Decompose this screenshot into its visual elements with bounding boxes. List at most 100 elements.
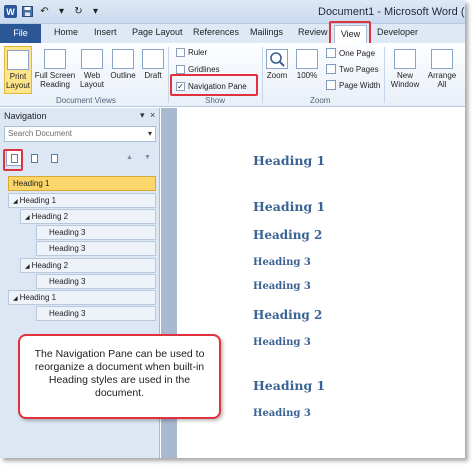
- collapse-triangle-icon[interactable]: ◢: [13, 199, 18, 205]
- navigation-pane-highlight: [170, 74, 258, 96]
- print-layout-icon: [7, 50, 29, 70]
- window-title: Document1 - Microsoft Word (Saf: [318, 6, 465, 18]
- outline-label: Outline: [110, 71, 136, 80]
- search-document-input[interactable]: Search Document ▾: [4, 126, 156, 142]
- tab-home[interactable]: Home: [54, 27, 78, 37]
- new-window-icon: [394, 49, 416, 69]
- print-layout-button[interactable]: Print Layout: [4, 46, 32, 94]
- gridlines-box: [176, 65, 185, 74]
- outline-button[interactable]: Outline: [108, 49, 138, 80]
- redo-icon[interactable]: ↻: [72, 5, 85, 18]
- one-page-label: One Page: [339, 48, 376, 58]
- collapse-triangle-icon[interactable]: ◢: [25, 215, 30, 221]
- tree-node-label: Heading 2: [31, 261, 69, 270]
- print-layout-label: Print Layout: [5, 72, 31, 90]
- web-layout-label: Web Layout: [79, 71, 105, 89]
- pane-options-dropdown-icon[interactable]: ▾: [140, 110, 145, 121]
- save-icon[interactable]: [21, 5, 34, 18]
- one-page-button[interactable]: One Page: [326, 48, 375, 58]
- previous-heading-arrow-icon[interactable]: ▲: [126, 154, 133, 161]
- tree-node-label: Heading 3: [49, 277, 86, 286]
- navigation-view-tabs: ▲ ▼: [4, 146, 156, 170]
- doc-heading-2: Heading 2: [253, 308, 323, 322]
- draft-button[interactable]: Draft: [140, 49, 166, 80]
- tree-node-heading3[interactable]: Heading 3: [36, 274, 156, 289]
- tree-node-label: Heading 3: [49, 228, 86, 237]
- zoom-label: Zoom: [266, 71, 288, 80]
- zoom-button[interactable]: Zoom: [264, 49, 290, 80]
- tree-node-heading1[interactable]: ◢ Heading 1: [8, 290, 156, 305]
- page-width-button[interactable]: Page Width: [326, 80, 380, 90]
- tree-node-heading1[interactable]: Heading 1: [8, 176, 156, 191]
- title-bar: W ↶ ▾ ↻ ▾ Document1 - Microsoft Word (Sa…: [0, 0, 465, 24]
- doc-heading-3: Heading 3: [253, 281, 311, 292]
- group-separator: [384, 47, 385, 103]
- zoom-100-button[interactable]: 100%: [294, 49, 320, 80]
- tree-node-heading3[interactable]: Heading 3: [36, 241, 156, 256]
- tab-insert[interactable]: Insert: [94, 27, 117, 37]
- tab-developer[interactable]: Developer: [377, 27, 418, 37]
- group-separator: [262, 47, 263, 103]
- browse-results-tab[interactable]: [46, 150, 62, 166]
- new-window-button[interactable]: New Window: [388, 49, 422, 89]
- arrange-all-label: Arrange All: [427, 71, 457, 89]
- next-heading-arrow-icon[interactable]: ▼: [144, 154, 151, 161]
- arrange-all-button[interactable]: Arrange All: [424, 49, 460, 89]
- tree-node-heading2[interactable]: ◢ Heading 2: [20, 258, 156, 273]
- tree-node-heading3[interactable]: Heading 3: [36, 306, 156, 321]
- doc-heading-2: Heading 2: [253, 228, 323, 242]
- tab-file[interactable]: File: [0, 24, 41, 43]
- callout-text: The Navigation Pane can be used to reorg…: [34, 348, 205, 399]
- tree-node-heading1[interactable]: ◢ Heading 1: [8, 193, 156, 208]
- web-layout-button[interactable]: Web Layout: [78, 49, 106, 89]
- customize-dropdown-icon[interactable]: ▾: [89, 5, 102, 18]
- draft-icon: [142, 49, 164, 69]
- tab-page-layout[interactable]: Page Layout: [132, 27, 183, 37]
- search-document-placeholder: Search Document: [8, 129, 73, 138]
- tree-node-label: Heading 1: [19, 196, 57, 205]
- tab-mailings[interactable]: Mailings: [250, 27, 283, 37]
- arrange-all-icon: [431, 49, 453, 69]
- ruler-box: [176, 48, 185, 57]
- dropdown-icon[interactable]: ▾: [55, 5, 68, 18]
- tree-node-label: Heading 2: [31, 212, 69, 221]
- collapse-triangle-icon[interactable]: ◢: [13, 296, 18, 302]
- doc-heading-1: Heading 1: [253, 199, 326, 214]
- tab-review[interactable]: Review: [298, 27, 328, 37]
- full-screen-reading-label: Full Screen Reading: [34, 71, 76, 89]
- tab-references[interactable]: References: [193, 27, 239, 37]
- zoom-100-icon: [296, 49, 318, 69]
- close-pane-icon[interactable]: ×: [150, 110, 155, 120]
- gridlines-label: Gridlines: [188, 65, 220, 74]
- ribbon: Print Layout Full Screen Reading Web Lay…: [0, 43, 465, 107]
- ruler-checkbox[interactable]: Ruler: [176, 48, 207, 57]
- word-window: W ↶ ▾ ↻ ▾ Document1 - Microsoft Word (Sa…: [0, 0, 465, 458]
- search-dropdown-icon[interactable]: ▾: [148, 127, 152, 141]
- two-pages-label: Two Pages: [339, 64, 379, 74]
- zoom-100-label: 100%: [296, 71, 318, 80]
- explanation-callout: The Navigation Pane can be used to reorg…: [18, 334, 221, 419]
- results-icon: [51, 154, 58, 163]
- draft-label: Draft: [144, 71, 162, 80]
- new-window-label: New Window: [390, 71, 420, 89]
- document-views-group-label: Document Views: [56, 96, 116, 105]
- collapse-triangle-icon[interactable]: ◢: [25, 264, 30, 270]
- two-pages-icon: [326, 64, 336, 74]
- tree-node-label: Heading 3: [49, 244, 86, 253]
- browse-pages-tab[interactable]: [26, 150, 42, 166]
- tree-node-heading2[interactable]: ◢ Heading 2: [20, 209, 156, 224]
- tree-node-label: Heading 3: [49, 309, 86, 318]
- navigation-pane-title: Navigation: [4, 111, 47, 121]
- view-tab-highlight: [329, 21, 371, 45]
- doc-heading-3: Heading 3: [253, 257, 311, 268]
- page-width-label: Page Width: [339, 80, 381, 90]
- zoom-group-label: Zoom: [310, 96, 331, 105]
- full-screen-reading-button[interactable]: Full Screen Reading: [34, 49, 76, 89]
- undo-icon[interactable]: ↶: [38, 5, 51, 18]
- outline-icon: [112, 49, 134, 69]
- tree-node-heading3[interactable]: Heading 3: [36, 225, 156, 240]
- two-pages-button[interactable]: Two Pages: [326, 64, 379, 74]
- gridlines-checkbox[interactable]: Gridlines: [176, 65, 220, 74]
- page-width-icon: [326, 80, 336, 90]
- show-group-label: Show: [205, 96, 226, 105]
